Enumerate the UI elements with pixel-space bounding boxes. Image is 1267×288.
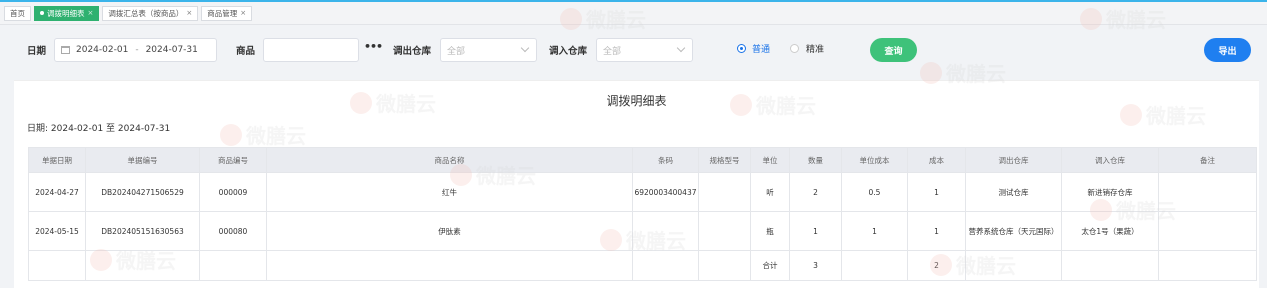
- table-row[interactable]: 2024-04-27 DB202404271506529 000009 红牛 6…: [28, 172, 1257, 212]
- report-title: 调拨明细表: [606, 94, 667, 108]
- date-start: 2024-02-01: [76, 45, 129, 55]
- tab-transfer-detail[interactable]: 调拨明细表 ×: [34, 5, 100, 21]
- chevron-down-icon: [520, 43, 530, 53]
- out-warehouse-select[interactable]: 全部: [440, 38, 537, 62]
- col-doc-no[interactable]: 单据编号: [85, 147, 200, 173]
- filter-bar: 日期 2024-02-01 - 2024-07-31 商品 ••• 调出仓库 全…: [0, 25, 1267, 80]
- date-separator: -: [135, 45, 139, 55]
- product-input[interactable]: [263, 38, 359, 62]
- close-icon[interactable]: ×: [186, 9, 192, 17]
- export-button[interactable]: 导出: [1204, 38, 1251, 62]
- in-warehouse-select[interactable]: 全部: [596, 38, 693, 62]
- tab-transfer-summary[interactable]: 调拨汇总表（按商品） ×: [102, 5, 199, 21]
- close-icon[interactable]: ×: [88, 9, 94, 17]
- radio-normal[interactable]: [737, 44, 746, 53]
- col-in-warehouse[interactable]: 调入仓库: [1061, 147, 1159, 173]
- calendar-icon: [61, 46, 70, 54]
- col-doc-date[interactable]: 单据日期: [28, 147, 86, 173]
- col-unit-cost[interactable]: 单位成本: [841, 147, 908, 173]
- col-unit[interactable]: 单位: [750, 147, 790, 173]
- query-button[interactable]: 查询: [870, 38, 917, 62]
- col-quantity[interactable]: 数量: [789, 147, 842, 173]
- col-remark[interactable]: 备注: [1158, 147, 1257, 173]
- transfer-detail-table: 单据日期 单据编号 商品编号 商品名称 条码 规格型号 单位 数量 单位成本 成…: [28, 147, 1257, 281]
- col-out-warehouse[interactable]: 调出仓库: [965, 147, 1062, 173]
- col-product-name[interactable]: 商品名称: [266, 147, 633, 173]
- report-panel: 调拨明细表 日期: 2024-02-01 至 2024-07-31 单据日期 单…: [14, 80, 1259, 288]
- col-product-code[interactable]: 商品编号: [199, 147, 267, 173]
- chevron-down-icon: [676, 43, 686, 53]
- tab-bar: 首页 调拨明细表 × 调拨汇总表（按商品） × 商品管理 ×: [0, 2, 1267, 25]
- date-range-picker[interactable]: 2024-02-01 - 2024-07-31: [54, 38, 217, 62]
- tab-home[interactable]: 首页: [4, 5, 31, 21]
- tab-product-management[interactable]: 商品管理 ×: [201, 5, 253, 21]
- radio-exact-label[interactable]: 精准: [806, 42, 824, 55]
- date-label: 日期: [27, 46, 47, 57]
- radio-normal-label[interactable]: 普通: [752, 42, 770, 55]
- date-end: 2024-07-31: [145, 45, 198, 55]
- col-cost[interactable]: 成本: [907, 147, 966, 173]
- report-date-range: 日期: 2024-02-01 至 2024-07-31: [27, 124, 171, 134]
- in-warehouse-label: 调入仓库: [549, 46, 588, 57]
- col-spec[interactable]: 规格型号: [698, 147, 751, 173]
- out-warehouse-label: 调出仓库: [393, 46, 432, 57]
- col-barcode[interactable]: 条码: [632, 147, 699, 173]
- table-total-row: 合计 3 2: [28, 250, 1257, 281]
- product-label: 商品: [236, 46, 256, 57]
- more-icon[interactable]: •••: [364, 40, 383, 53]
- table-header-row: 单据日期 单据编号 商品编号 商品名称 条码 规格型号 单位 数量 单位成本 成…: [28, 147, 1257, 173]
- table-row[interactable]: 2024-05-15 DB202405151630563 000080 伊肽素 …: [28, 211, 1257, 251]
- active-dot-icon: [40, 11, 44, 15]
- close-icon[interactable]: ×: [240, 9, 246, 17]
- radio-exact[interactable]: [790, 44, 799, 53]
